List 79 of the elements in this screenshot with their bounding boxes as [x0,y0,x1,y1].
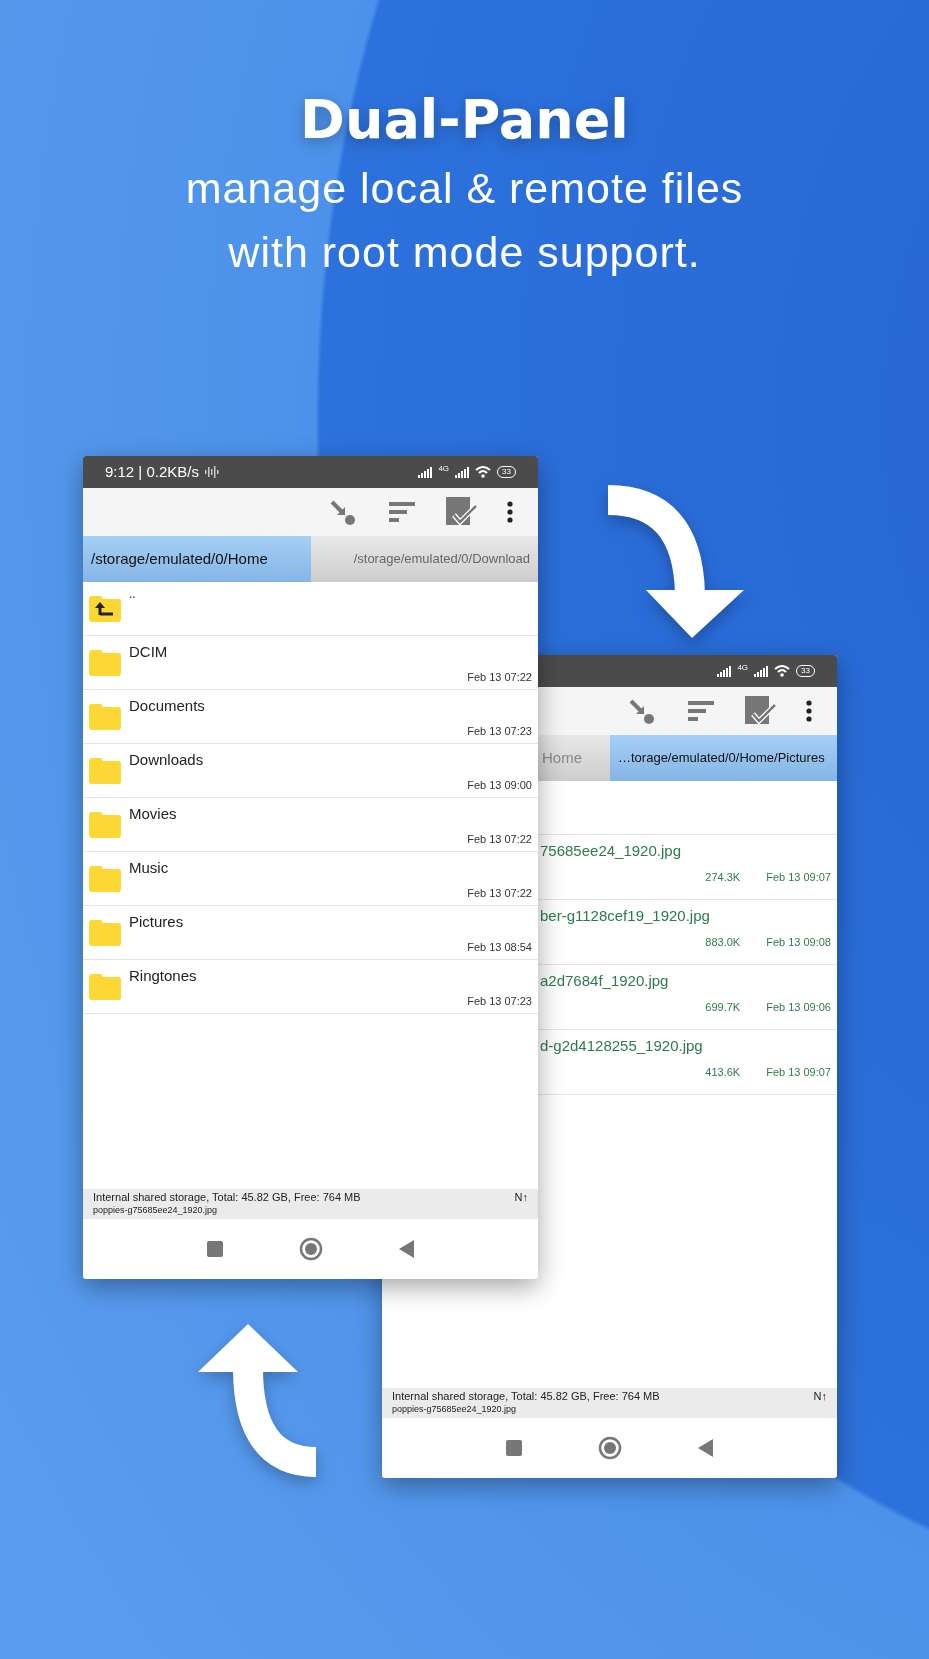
sort-icon[interactable] [389,500,415,524]
back-icon[interactable] [696,1438,715,1458]
file-date: Feb 13 09:00 [467,777,532,793]
file-name: ber-g1128cef19_1920.jpg [540,906,710,926]
file-date: Feb 13 09:08 [766,935,831,950]
file-date: Feb 13 07:23 [467,993,532,1009]
folder-row[interactable]: Ringtones Feb 13 07:23 [83,960,538,1014]
folder-icon [89,649,121,676]
file-name: 75685ee24_1920.jpg [540,841,681,861]
title: Dual-Panel [300,87,629,153]
folder-icon [89,865,121,892]
wifi-icon [774,665,791,677]
file-date: Feb 13 09:07 [766,870,831,885]
checked-document-icon[interactable] [446,497,478,527]
wifi-icon [475,466,492,478]
network-type: 4G [438,465,450,473]
folder-row[interactable]: Documents Feb 13 07:23 [83,690,538,744]
path-tab[interactable]: /storage/emulated/0/Download [310,536,538,582]
signal-icon [455,466,470,478]
file-name: .. [129,588,136,600]
arrow-dot-icon[interactable] [627,697,655,725]
status-time: 9:12 | 0.2KB/s [105,461,199,482]
checked-document-icon[interactable] [745,696,777,726]
back-icon[interactable] [397,1239,416,1259]
file-size: 699.7K [705,1000,741,1015]
sort-indicator: N↑ [813,1389,827,1404]
file-name: DCIM [129,642,168,662]
sort-indicator: N↑ [514,1190,528,1205]
folder-icon [89,703,121,730]
file-name: Music [129,858,169,878]
file-date: Feb 13 07:23 [467,723,532,739]
arrow-dot-icon[interactable] [328,498,356,526]
file-date: Feb 13 09:06 [766,1000,831,1015]
folder-row[interactable]: DCIM Feb 13 07:22 [83,636,538,690]
file-date: Feb 13 07:22 [467,669,532,685]
signal-icon [418,466,433,478]
file-name: d-g2d4128255_1920.jpg [540,1036,703,1056]
file-size: 883.0K [705,935,741,950]
subtitle: manage local & remote files [185,163,744,214]
sort-icon[interactable] [688,699,714,723]
folder-row[interactable]: Movies Feb 13 07:22 [83,798,538,852]
activity-icon [204,466,219,478]
path-tab[interactable]: /storage/emulated/0/Home [83,536,311,582]
file-name: Documents [129,696,205,716]
file-name: a2d7684f_1920.jpg [540,971,669,991]
network-type: 4G [737,664,749,672]
parent-folder-row[interactable]: .. [83,582,538,636]
file-date: Feb 13 07:22 [467,885,532,901]
file-date: Feb 13 07:22 [467,831,532,847]
signal-icon [717,665,732,677]
file-row[interactable]: d-g2d4128255_1920.jpg 413.6K Feb 13 09:07 [538,1030,837,1095]
file-name: Downloads [129,750,204,770]
file-name: Pictures [129,912,184,932]
file-name: Ringtones [129,966,197,986]
path-tab[interactable]: …torage/emulated/0/Home/Pictures [610,735,837,781]
folder-icon [89,973,121,1000]
selected-file-name: poppies-g75685ee24_1920.jpg [392,1404,517,1415]
file-size: 274.3K [705,870,741,885]
signal-icon [754,665,769,677]
folder-up-icon [89,595,121,622]
file-row[interactable]: a2d7684f_1920.jpg 699.7K Feb 13 09:06 [538,965,837,1030]
more-icon[interactable] [806,699,812,723]
folder-icon [89,919,121,946]
file-date: Feb 13 08:54 [467,939,532,955]
folder-icon [89,811,121,838]
more-icon[interactable] [507,500,513,524]
folder-icon [89,757,121,784]
file-size: 413.6K [705,1065,741,1080]
storage-info: Internal shared storage, Total: 45.82 GB, Free: 764 MB [93,1190,361,1205]
subtitle: with root mode support. [228,227,701,278]
storage-info: Internal shared storage, Total: 45.82 GB, Free: 764 MB [392,1389,660,1404]
file-row[interactable]: 75685ee24_1920.jpg 274.3K Feb 13 09:07 [538,835,837,900]
selected-file-name: poppies-g75685ee24_1920.jpg [93,1205,218,1216]
folder-row[interactable]: Downloads Feb 13 09:00 [83,744,538,798]
file-date: Feb 13 09:07 [766,1065,831,1080]
folder-row[interactable]: Music Feb 13 07:22 [83,852,538,906]
file-row[interactable]: ber-g1128cef19_1920.jpg 883.0K Feb 13 09:08 [538,900,837,965]
folder-row[interactable]: Pictures Feb 13 08:54 [83,906,538,960]
file-name: Movies [129,804,177,824]
